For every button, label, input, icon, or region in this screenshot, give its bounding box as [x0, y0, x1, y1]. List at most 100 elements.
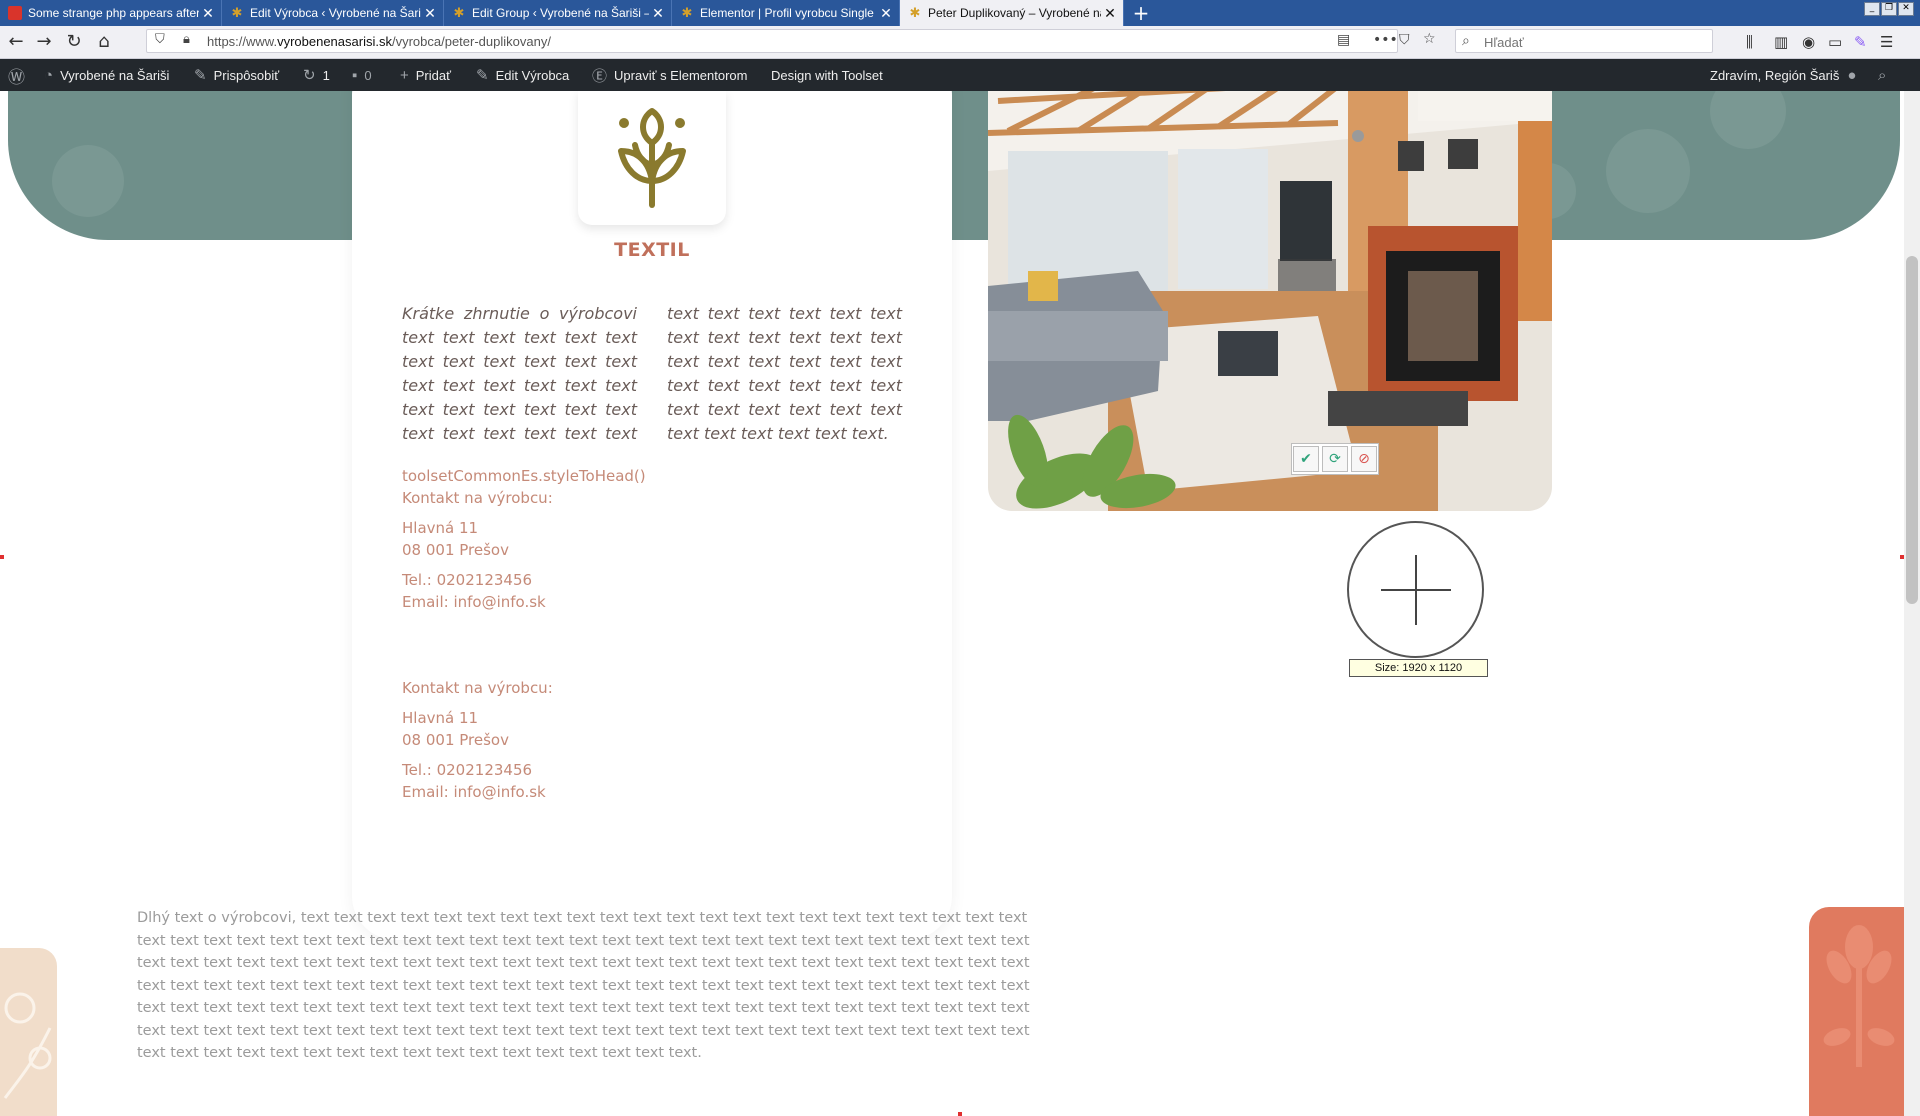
updates-icon: ↻	[303, 67, 316, 84]
contact-street: Hlavná 11	[402, 519, 479, 537]
screenshot-crosshair-cursor	[1347, 521, 1484, 658]
comment-icon: ▪	[352, 66, 358, 84]
screenshot-icon[interactable]: ▭	[1828, 33, 1842, 51]
resize-toolbar: ✔ ⟳ ⊘	[1291, 443, 1379, 475]
wp-admin-bar: Ⓦ ◔ Vyrobené na Šariši ✎ Prispôsobiť ↻ 1 ▪ 0…	[0, 59, 1920, 91]
edit-vyrobca-label: Edit Výrobca	[495, 67, 570, 83]
contact-email: Email: info@info.sk	[402, 783, 546, 801]
home-icon[interactable]: ⌂	[92, 30, 116, 54]
new-content-link[interactable]: + Pridať	[400, 59, 451, 91]
contact-city: 08 001 Prešov	[402, 541, 509, 559]
tab-close-icon[interactable]: ✕	[199, 5, 217, 22]
contact-city: 08 001 Prešov	[402, 731, 509, 749]
pocket-icon[interactable]: ⛉	[1399, 32, 1410, 48]
brush-icon: ✎	[194, 67, 207, 84]
site-name-link[interactable]: ◔ Vyrobené na Šariši	[44, 59, 169, 91]
search-bar[interactable]: ⌕	[1455, 29, 1713, 53]
tab-title: Some strange php appears after p	[28, 6, 199, 20]
more-actions-icon[interactable]: •••	[1373, 32, 1398, 48]
sidebar-icon[interactable]: ▥	[1774, 33, 1788, 51]
wp-logo-icon[interactable]: Ⓦ	[8, 59, 25, 91]
elementor-icon: Ⓔ	[592, 67, 608, 85]
shield-icon[interactable]: ⛉	[155, 32, 165, 47]
elementor-edit-link[interactable]: Ⓔ Upraviť s Elementorom	[592, 59, 748, 91]
hero-background	[8, 91, 1900, 240]
floral-ornament-right-icon	[1823, 925, 1895, 1067]
tab-favicon-icon: ✱	[681, 5, 693, 20]
pen-extension-icon[interactable]: ✎	[1854, 33, 1867, 51]
comments-link[interactable]: ▪ 0	[352, 59, 372, 91]
tab-title: Peter Duplikovaný – Vyrobené na	[928, 6, 1101, 20]
tab-title: Edit Group ‹ Vyrobené na Šariši —	[472, 6, 649, 20]
dashboard-icon: ◔	[44, 66, 54, 84]
url-path: /vyrobca/peter-duplikovany/	[391, 34, 551, 49]
close-window-icon[interactable]: ✕	[1898, 2, 1914, 16]
user-greeting[interactable]: Zdravím, Región Šariš ●	[1710, 59, 1856, 91]
tab-close-icon[interactable]: ✕	[877, 5, 895, 22]
edit-vyrobca-link[interactable]: ✎ Edit Výrobca	[476, 59, 569, 91]
site-name-label: Vyrobené na Šariši	[60, 67, 170, 83]
contact-street: Hlavná 11	[402, 709, 479, 727]
url-prefix: https://www.	[207, 34, 278, 49]
refresh-icon[interactable]: ⟳	[1322, 446, 1348, 472]
updates-count: 1	[322, 67, 330, 83]
tab-close-icon[interactable]: ✕	[649, 5, 667, 22]
url-text[interactable]: https://www.vyrobenenasarisi.sk/vyrobca/…	[207, 34, 551, 49]
tab-2[interactable]: ✱ Edit Výrobca ‹ Vyrobené na Šariši ✕	[222, 0, 444, 26]
tab-title: Edit Výrobca ‹ Vyrobené na Šariši	[250, 6, 421, 20]
window-controls: _ ❐ ✕	[1864, 2, 1914, 16]
plus-icon: +	[400, 66, 409, 84]
scrollbar-thumb[interactable]	[1906, 256, 1918, 604]
tab-5-active[interactable]: ✱ Peter Duplikovaný – Vyrobené na ✕	[900, 0, 1124, 26]
account-icon[interactable]: ◉	[1802, 33, 1815, 51]
updates-link[interactable]: ↻ 1	[303, 59, 330, 91]
selection-handle	[958, 1112, 962, 1116]
back-icon[interactable]: ←	[4, 30, 28, 54]
minimize-icon[interactable]: _	[1864, 2, 1880, 16]
lock-icon[interactable]: 🔒︎	[183, 32, 190, 47]
contact-email: Email: info@info.sk	[402, 593, 546, 611]
new-tab-button[interactable]: +	[1128, 0, 1154, 26]
url-domain: vyrobenenasarisi.sk	[277, 34, 392, 49]
contact-heading: Kontakt na výrobcu:	[402, 489, 553, 507]
greeting-label: Zdravím, Región Šariš	[1710, 67, 1840, 83]
toolset-script-text: toolsetCommonEs.styleToHead()	[402, 467, 646, 485]
tab-3[interactable]: ✱ Edit Group ‹ Vyrobené na Šariši — ✕	[444, 0, 672, 26]
bookmark-star-icon[interactable]: ☆	[1423, 31, 1436, 47]
url-bar[interactable]: ⛉ 🔒︎ https://www.vyrobenenasarisi.sk/vyr…	[146, 29, 1436, 53]
tab-favicon-icon	[8, 6, 22, 20]
tab-1[interactable]: Some strange php appears after p ✕	[0, 0, 222, 26]
contact-block-2: Kontakt na výrobcu: Hlavná 11 08 001 Pre…	[402, 677, 553, 803]
pencil-icon: ✎	[476, 67, 489, 84]
decoration-left	[0, 948, 57, 1116]
restore-icon[interactable]: ❐	[1881, 2, 1897, 16]
customize-label: Prispôsobiť	[213, 67, 280, 83]
cancel-icon[interactable]: ⊘	[1351, 446, 1377, 472]
producer-photo	[988, 91, 1552, 511]
search-icon: ⌕	[1462, 33, 1470, 49]
living-room-image	[988, 91, 1552, 511]
toolset-label: Design with Toolset	[771, 67, 883, 83]
contact-heading: Kontakt na výrobcu:	[402, 679, 553, 697]
tab-close-icon[interactable]: ✕	[1101, 5, 1119, 22]
tab-close-icon[interactable]: ✕	[421, 5, 439, 22]
hamburger-menu-icon[interactable]: ☰	[1880, 33, 1893, 51]
reader-view-icon[interactable]: ▤	[1337, 32, 1350, 48]
check-icon[interactable]: ✔	[1293, 446, 1319, 472]
customize-link[interactable]: ✎ Prispôsobiť	[194, 59, 279, 91]
toolset-link[interactable]: Design with Toolset	[771, 59, 883, 91]
tab-4[interactable]: ✱ Elementor | Profil vyrobcu Single p ✕	[672, 0, 900, 26]
producer-summary: Krátke zhrnutie o výrobcovi text text te…	[402, 304, 902, 443]
contact-phone: Tel.: 0202123456	[402, 761, 533, 779]
crosshair-vertical	[1415, 555, 1417, 625]
library-icon[interactable]: ⫼	[1746, 33, 1753, 51]
navigation-bar: ← → ↻ ⌂ ⛉ 🔒︎ https://www.vyrobenenasaris…	[0, 26, 1920, 59]
forward-icon[interactable]: →	[32, 30, 56, 54]
new-content-label: Pridať	[415, 67, 451, 83]
search-input[interactable]	[1482, 32, 1706, 52]
tab-title: Elementor | Profil vyrobcu Single p	[700, 6, 877, 20]
reload-icon[interactable]: ↻	[62, 30, 86, 54]
size-label: Size: 1920 x 1120	[1349, 659, 1488, 677]
contact-block-1: toolsetCommonEs.styleToHead() Kontakt na…	[402, 465, 646, 613]
admin-search-icon[interactable]: ⌕	[1878, 59, 1886, 91]
